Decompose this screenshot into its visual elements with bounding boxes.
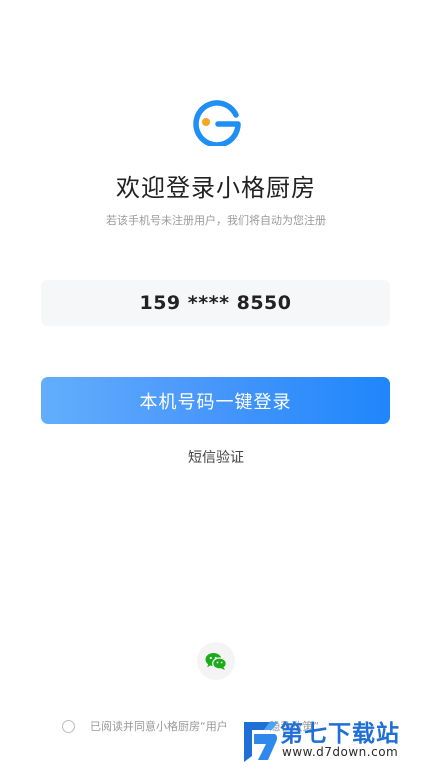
site-watermark: 第七下载站 www.d7down.com	[240, 712, 430, 768]
phone-number-display: 159 **** 8550	[41, 280, 390, 326]
login-screen: 欢迎登录小格厨房 若该手机号未注册用户，我们将自动为您注册 159 **** 8…	[0, 0, 432, 768]
d7-logo-icon	[244, 722, 278, 762]
one-click-login-label: 本机号码一键登录	[139, 391, 292, 413]
register-hint: 若该手机号未注册用户，我们将自动为您注册	[106, 214, 326, 227]
page-title: 欢迎登录小格厨房	[116, 174, 316, 202]
sms-verify-link[interactable]: 短信验证	[188, 450, 244, 466]
one-click-login-button[interactable]: 本机号码一键登录	[41, 377, 390, 424]
user-agreement-link[interactable]: “用户	[200, 718, 228, 734]
sms-verify-container: 短信验证	[0, 447, 432, 467]
watermark-title: 第七下载站	[280, 721, 400, 747]
watermark-url: www.d7down.com	[282, 745, 399, 759]
wechat-icon	[205, 652, 227, 670]
wechat-login-button[interactable]	[197, 642, 235, 680]
g-logo-icon	[193, 100, 241, 146]
agreement-prefix: 已阅读并同意小格厨房	[90, 720, 200, 733]
agreement-checkbox[interactable]	[62, 719, 75, 733]
masked-phone-number: 159 **** 8550	[139, 292, 292, 314]
